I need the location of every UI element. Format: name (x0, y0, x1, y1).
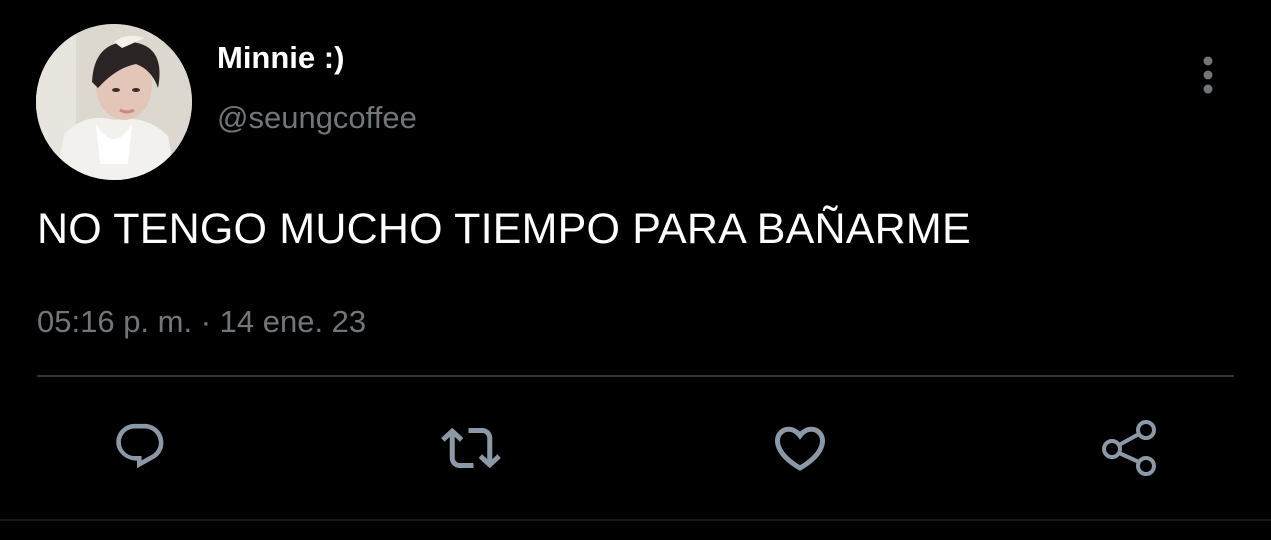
reply-button[interactable] (109, 418, 173, 478)
avatar-image (36, 24, 192, 180)
tweet-text: NO TENGO MUCHO TIEMPO PARA BAÑARME (37, 205, 971, 253)
share-button[interactable] (1098, 418, 1162, 478)
tweet-detail: Minnie :) @seungcoffee NO TENGO MUCHO TI… (0, 0, 1271, 540)
more-vertical-icon (1203, 56, 1213, 94)
retweet-button[interactable] (439, 418, 503, 478)
reply-icon (116, 423, 164, 469)
more-options-button[interactable] (1190, 54, 1226, 96)
retweet-icon (441, 427, 501, 469)
avatar[interactable] (36, 24, 192, 180)
author-handle[interactable]: @seungcoffee (217, 100, 417, 136)
author-display-name[interactable]: Minnie :) (217, 40, 344, 76)
like-button[interactable] (768, 418, 832, 478)
bottom-divider (0, 519, 1271, 521)
tweet-timestamp[interactable]: 05:16 p. m. · 14 ene. 23 (37, 304, 366, 340)
divider (37, 375, 1234, 377)
like-icon (774, 426, 826, 471)
share-icon (1102, 420, 1156, 476)
